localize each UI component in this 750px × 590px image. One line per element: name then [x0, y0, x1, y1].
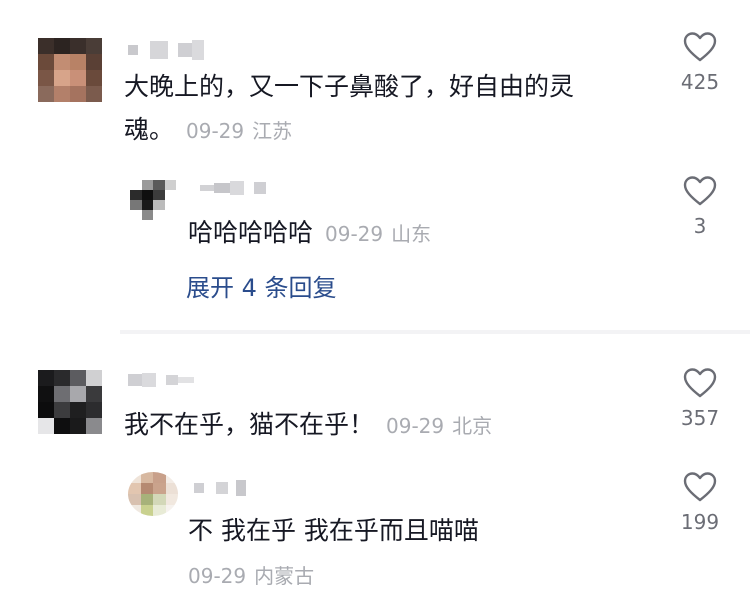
comment-text-line: 魂。	[124, 115, 175, 144]
comment-date: 09-29	[186, 119, 245, 143]
heart-outline-icon	[683, 32, 717, 62]
reply-date: 09-29	[325, 222, 384, 246]
reply-text: 不 我在乎 我在乎而且喵喵	[188, 514, 479, 548]
comment-text: 我不在乎，猫不在乎！ 09-29 北京	[124, 408, 492, 443]
like-count: 357	[680, 406, 720, 430]
reply-text-content: 不 我在乎 我在乎而且喵喵	[188, 516, 479, 545]
reply-date: 09-29	[188, 564, 247, 588]
like-button[interactable]: 425	[670, 32, 730, 94]
divider	[120, 330, 750, 334]
avatar[interactable]	[38, 38, 102, 102]
heart-outline-icon	[683, 472, 717, 502]
comment-text: 魂。 09-29 江苏	[124, 113, 292, 148]
comment-text-line: 大晚上的，又一下子鼻酸了，好自由的灵	[124, 72, 575, 101]
comment-location: 北京	[452, 414, 493, 438]
reply-username-redacted[interactable]	[194, 480, 246, 496]
comment-location: 江苏	[252, 119, 293, 143]
reply-avatar[interactable]	[130, 180, 176, 220]
like-button[interactable]: 199	[670, 472, 730, 534]
reply-meta: 09-29 内蒙古	[188, 560, 314, 589]
like-count: 3	[693, 214, 707, 238]
comment-text-content: 我不在乎，猫不在乎！	[124, 410, 375, 439]
username-redacted[interactable]	[128, 372, 194, 388]
like-button[interactable]: 3	[670, 176, 730, 238]
avatar[interactable]	[38, 370, 102, 434]
heart-outline-icon	[683, 176, 717, 206]
reply-location: 山东	[391, 222, 432, 246]
expand-replies-link[interactable]: 展开 4 条回复	[186, 268, 337, 303]
username-redacted[interactable]	[128, 40, 204, 60]
reply-text: 哈哈哈哈哈 09-29 山东	[188, 216, 431, 251]
reply-location: 内蒙古	[254, 564, 315, 588]
reply-username-redacted[interactable]	[200, 180, 266, 196]
comment-text: 大晚上的，又一下子鼻酸了，好自由的灵	[124, 70, 574, 104]
like-button[interactable]: 357	[670, 368, 730, 430]
reply-avatar[interactable]	[128, 472, 178, 516]
reply-text-content: 哈哈哈哈哈	[188, 218, 314, 247]
heart-outline-icon	[683, 368, 717, 398]
like-count: 199	[680, 510, 720, 534]
comment-date: 09-29	[386, 414, 445, 438]
like-count: 425	[680, 70, 720, 94]
